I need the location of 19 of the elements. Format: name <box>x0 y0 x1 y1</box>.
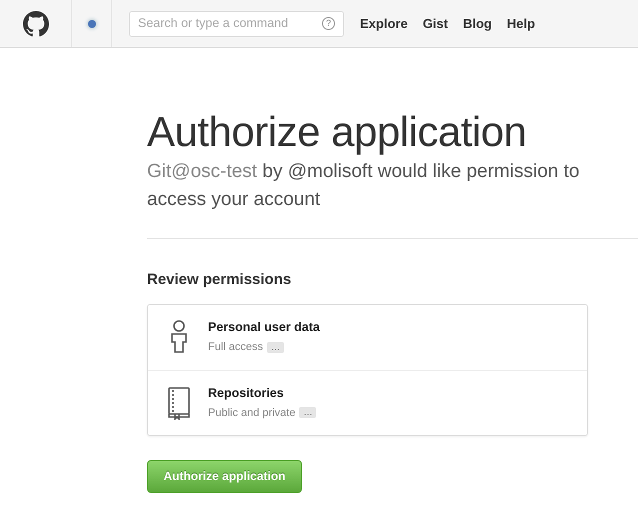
search-field[interactable]: Search or type a command ? <box>129 10 344 36</box>
section-heading: Review permissions <box>147 270 292 290</box>
permission-request-text: Git@osc-test by @molisoft would like permission to access your account <box>147 160 580 212</box>
expand-button[interactable]: … <box>299 407 316 418</box>
nav-link[interactable]: Help <box>506 14 536 34</box>
permission-name: Repositories <box>208 384 285 402</box>
permission-detail: Public and private <box>208 406 296 421</box>
app-link[interactable]: Git@osc-test <box>147 161 258 182</box>
nav-link[interactable]: Explore <box>360 14 408 34</box>
octocat-logo-icon[interactable] <box>22 10 48 36</box>
book-icon <box>167 386 191 420</box>
page-title: Authorize application <box>147 108 528 156</box>
nav-link[interactable]: Gist <box>422 14 448 34</box>
permission-name: Personal user data <box>208 319 320 336</box>
permission-detail: Full access <box>208 340 264 356</box>
person-icon <box>170 320 188 354</box>
help-icon[interactable]: ? <box>322 17 335 30</box>
expand-button[interactable]: … <box>267 342 284 353</box>
nav-link[interactable]: Blog <box>462 14 492 34</box>
